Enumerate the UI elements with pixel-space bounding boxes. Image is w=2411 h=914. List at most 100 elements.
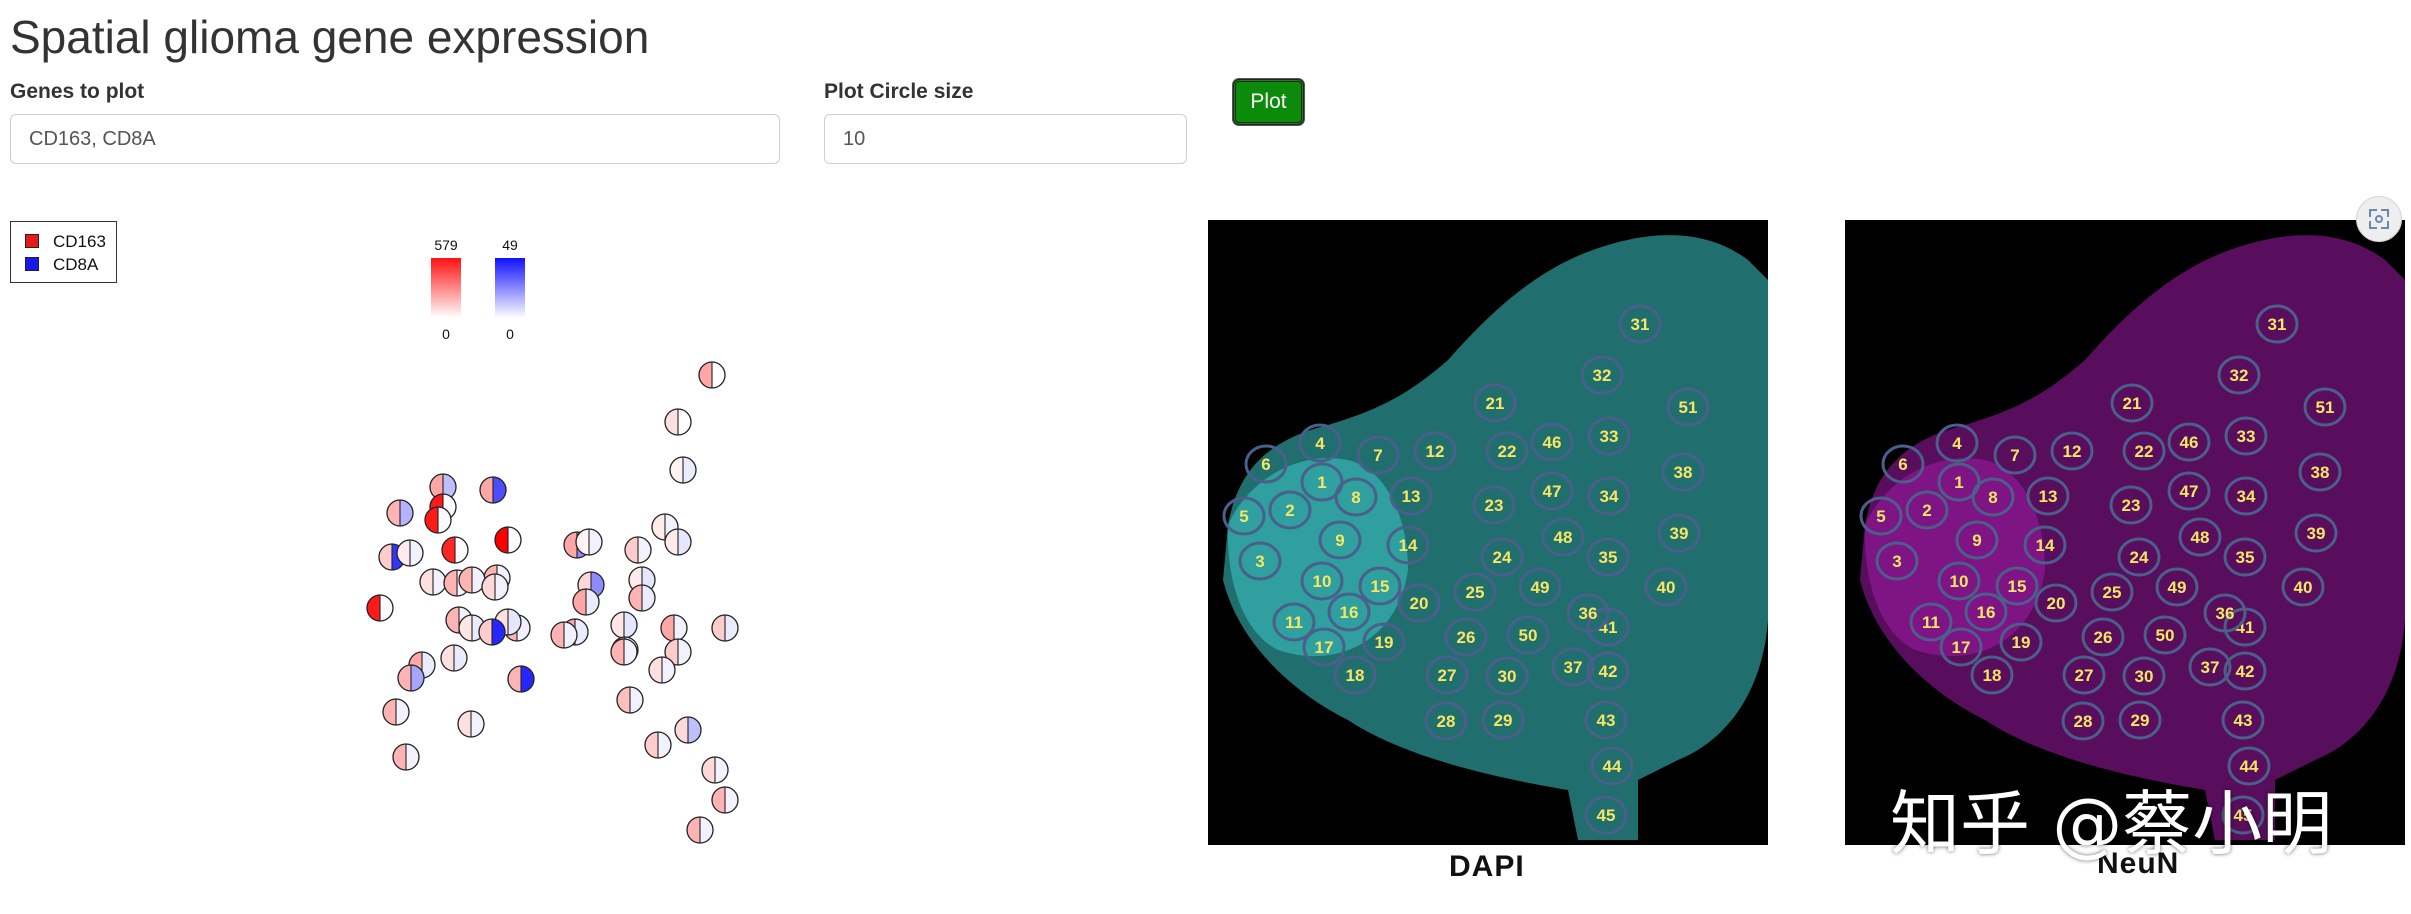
spot-cd8a-half — [642, 585, 655, 611]
dapi-spot-label: 30 — [1498, 667, 1517, 686]
dapi-spot-label: 21 — [1486, 394, 1505, 413]
expression-spot — [610, 638, 638, 666]
neun-spot-label: 36 — [2216, 604, 2235, 623]
expression-spot — [386, 499, 414, 527]
watermark-text: 知乎 @蔡小明 — [1890, 783, 2333, 865]
spot-cd163-half — [645, 732, 658, 758]
spot-cd163-half — [425, 507, 438, 533]
expression-spot — [458, 566, 486, 594]
neun-spot-label: 35 — [2236, 548, 2255, 567]
spot-cd163-half — [652, 514, 665, 540]
spot-cd163-half — [367, 595, 380, 621]
dapi-spot-label: 3 — [1255, 552, 1264, 571]
image-expand-icon[interactable] — [2356, 196, 2402, 242]
spot-cd8a-half — [630, 687, 643, 713]
dapi-micrograph: 313251211247 22 46 3365 218 13 2347 343839 14244… — [1208, 220, 1768, 845]
neun-spot-label: 51 — [2316, 398, 2335, 417]
dapi-caption: DAPI — [1449, 850, 1525, 883]
expression-spot — [701, 756, 729, 784]
dapi-spot-label: 32 — [1593, 366, 1612, 385]
spot-cd163-half — [387, 500, 400, 526]
spot-cd163-half — [611, 612, 624, 638]
dapi-spot-label: 15 — [1371, 577, 1390, 596]
neun-spot-label: 7 — [2010, 446, 2019, 465]
spot-cd163-half — [629, 585, 642, 611]
neun-spot-label: 6 — [1898, 455, 1907, 474]
expression-spot — [664, 528, 692, 556]
neun-spot-label: 10 — [1950, 572, 1969, 591]
spot-cd163-half — [444, 570, 457, 596]
neun-spot-label: 19 — [2012, 633, 2031, 652]
expression-spot — [575, 528, 603, 556]
dapi-spot-label: 50 — [1519, 626, 1538, 645]
neun-spot-label: 31 — [2268, 315, 2287, 334]
dapi-spot-label: 16 — [1340, 603, 1359, 622]
neun-spot-label: 28 — [2074, 712, 2093, 731]
dapi-spot-label: 51 — [1679, 398, 1698, 417]
dapi-spot-label: 35 — [1599, 548, 1618, 567]
neun-spot-label: 2 — [1922, 501, 1931, 520]
dapi-spot-label: 45 — [1597, 806, 1616, 825]
dapi-spot-label: 9 — [1335, 531, 1344, 550]
dapi-spot-label: 18 — [1346, 666, 1365, 685]
neun-spot-label: 13 — [2039, 487, 2058, 506]
legend-label-cd163: CD163 — [53, 232, 106, 251]
spot-cd163-half — [617, 687, 630, 713]
dapi-spot-label: 17 — [1315, 638, 1334, 657]
spot-cd163-half — [442, 537, 455, 563]
dapi-spot-label: 11 — [1285, 613, 1303, 632]
expression-spot — [382, 698, 410, 726]
dapi-spot-label: 34 — [1600, 487, 1619, 506]
expression-spot — [366, 594, 394, 622]
spot-cd163-half — [649, 657, 662, 683]
dapi-spot-label: 44 — [1603, 757, 1622, 776]
cd163-scale-max: 579 — [434, 237, 458, 253]
circle-size-label: Plot Circle size — [824, 80, 974, 103]
genes-input[interactable] — [10, 114, 780, 164]
dapi-spot-label: 22 — [1498, 442, 1517, 461]
expression-spot — [392, 743, 420, 771]
neun-spot-label: 20 — [2047, 594, 2066, 613]
spot-cd8a-half — [678, 639, 691, 665]
dapi-spot-label: 19 — [1375, 633, 1394, 652]
legend-label-cd8a: CD8A — [53, 255, 99, 274]
spot-cd8a-half — [521, 666, 534, 692]
neun-spot-label: 47 — [2180, 482, 2199, 501]
dapi-spot-label: 4 — [1315, 434, 1325, 453]
dapi-spot-label: 24 — [1493, 548, 1512, 567]
cd8a-color-scale — [495, 258, 525, 318]
spot-cd163-half — [675, 717, 688, 743]
dapi-spot-label: 36 — [1579, 604, 1598, 623]
neun-spot-label: 9 — [1972, 531, 1981, 550]
spot-cd8a-half — [455, 537, 468, 563]
dapi-spot-label: 13 — [1402, 487, 1421, 506]
circle-size-input[interactable] — [824, 114, 1187, 164]
expression-spot — [424, 506, 452, 534]
neun-spot-label: 18 — [1983, 666, 2002, 685]
spot-cd163-half — [379, 544, 392, 570]
neun-spot-label: 34 — [2237, 487, 2256, 506]
spot-cd163-half — [702, 757, 715, 783]
neun-spot-label: 16 — [1977, 603, 1996, 622]
dapi-spot-label: 46 — [1543, 433, 1562, 452]
dapi-spot-label: 37 — [1564, 658, 1583, 677]
expression-spot — [479, 476, 507, 504]
neun-spot-label: 50 — [2156, 626, 2175, 645]
neun-spot-label: 24 — [2130, 548, 2149, 567]
legend-swatch-cd8a — [25, 257, 39, 271]
spot-cd8a-half — [700, 817, 713, 843]
expression-spot — [440, 644, 468, 672]
dapi-spot-label: 7 — [1373, 446, 1382, 465]
spot-cd8a-half — [508, 527, 521, 553]
plot-button[interactable]: Plot — [1233, 79, 1304, 125]
dapi-spot-label: 49 — [1531, 578, 1550, 597]
legend-swatch-cd163 — [25, 234, 39, 248]
expression-spot — [441, 536, 469, 564]
dapi-spot-label: 33 — [1600, 427, 1619, 446]
spot-cd8a-half — [380, 595, 393, 621]
spot-cd163-half — [383, 699, 396, 725]
neun-spot-label: 25 — [2103, 583, 2122, 602]
dapi-spot-label: 28 — [1437, 712, 1456, 731]
spot-cd8a-half — [715, 757, 728, 783]
spot-cd8a-half — [683, 457, 696, 483]
